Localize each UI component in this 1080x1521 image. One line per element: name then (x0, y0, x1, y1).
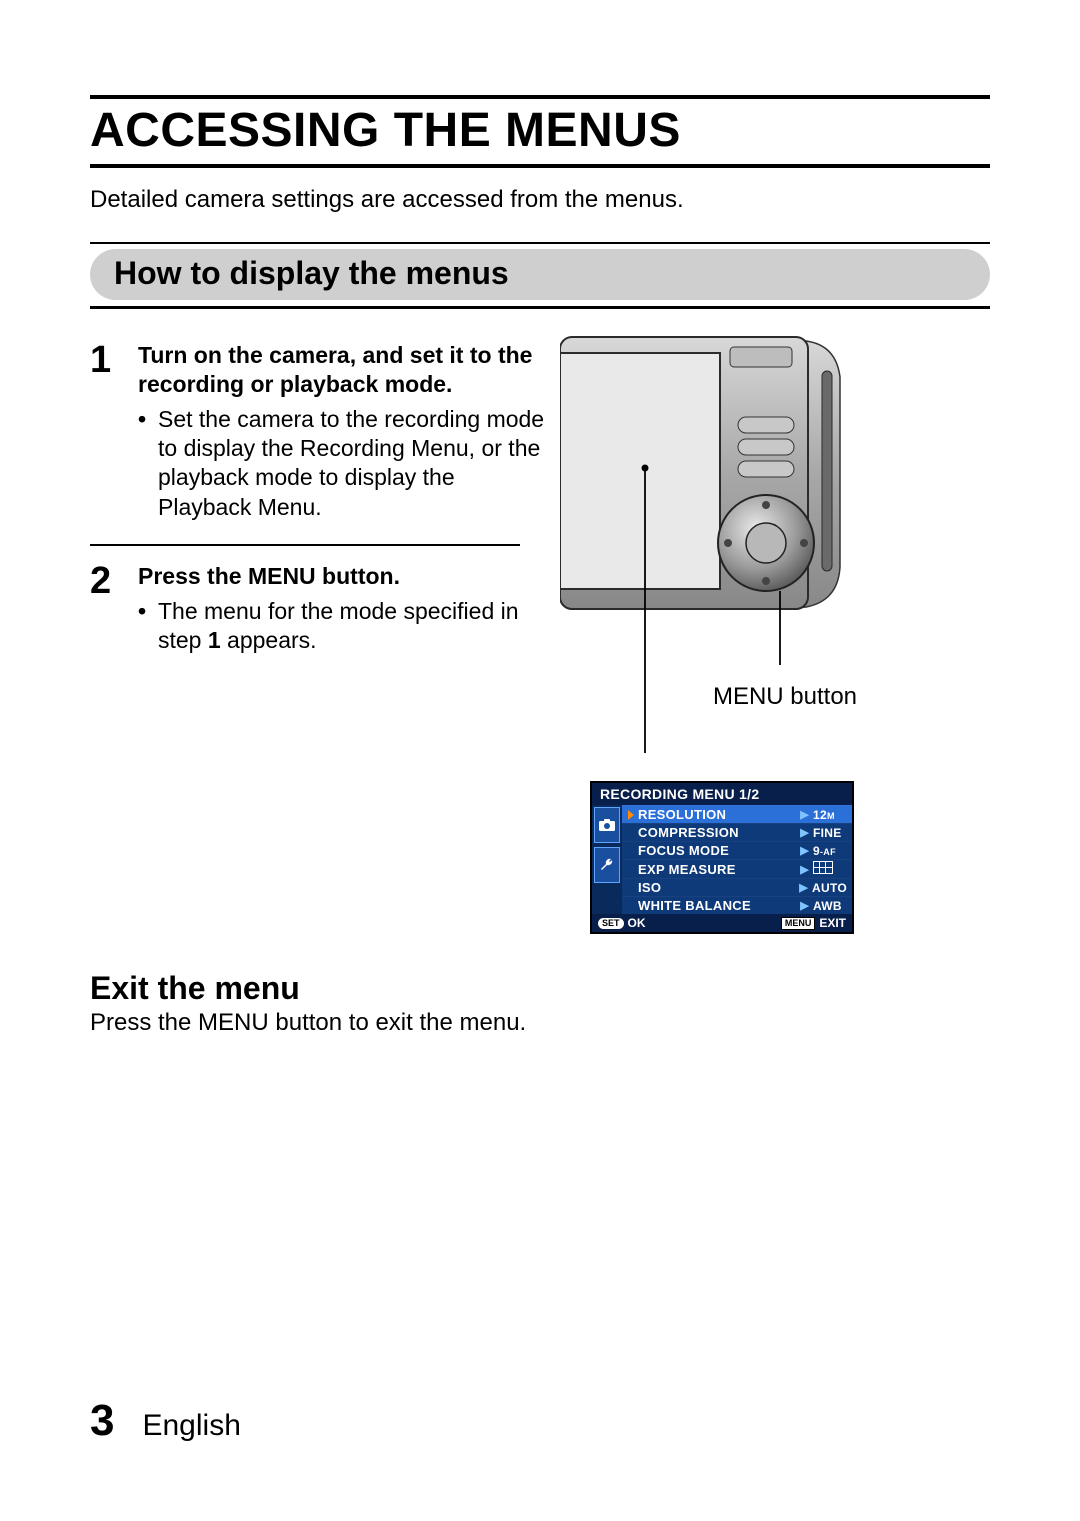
submenu-arrow-icon: ▶ (800, 808, 809, 821)
submenu-arrow-icon: ▶ (800, 844, 809, 857)
menu-button-callout: MENU button (700, 683, 870, 711)
menu-rows: RESOLUTION ▶ 12M COMPRESSION ▶ FINE (622, 805, 852, 914)
menu-row-iso: ISO ▶ AUTO (622, 878, 852, 896)
exit-menu-text: Press the MENU button to exit the menu. (90, 1009, 990, 1037)
menu-row-value: AWB (813, 899, 847, 913)
menu-row-exp-measure: EXP MEASURE ▶ (622, 859, 852, 878)
intro-text: Detailed camera settings are accessed fr… (90, 186, 990, 214)
recording-menu-title: RECORDING MENU 1/2 (592, 783, 852, 805)
menu-footer: SET OK MENU EXIT (592, 914, 852, 932)
menu-row-value: 9-AF (813, 844, 847, 858)
menu-tabs (592, 805, 622, 914)
menu-row-label: FOCUS MODE (638, 843, 796, 858)
step-number: 2 (90, 562, 120, 600)
recording-menu-panel: RECORDING MENU 1/2 RESOLUTION (590, 781, 854, 934)
page-footer: 3 English (90, 1396, 241, 1446)
menu-selection-pointer-icon (628, 810, 634, 820)
menu-row-value (813, 861, 847, 877)
step-heading: Press the MENU button. (138, 562, 550, 591)
submenu-arrow-icon: ▶ (800, 899, 809, 912)
ok-label: OK (628, 916, 646, 930)
menu-row-focus-mode: FOCUS MODE ▶ 9-AF (622, 841, 852, 859)
submenu-arrow-icon: ▶ (799, 881, 808, 894)
set-chip-icon: SET (598, 918, 624, 929)
page-title: ACCESSING THE MENUS (90, 103, 990, 158)
menu-row-resolution: RESOLUTION ▶ 12M (622, 805, 852, 823)
step-detail-text: The menu for the mode specified in step … (158, 597, 550, 656)
rule (90, 242, 990, 244)
menu-row-label: EXP MEASURE (638, 862, 796, 877)
steps-column: 1 Turn on the camera, and set it to the … (90, 333, 550, 672)
figure-column: MENU button RECORDING MENU 1/2 (560, 333, 870, 934)
menu-chip-icon: MENU (781, 917, 816, 930)
rule (90, 95, 990, 99)
camera-illustration (560, 333, 870, 633)
page-language: English (142, 1409, 240, 1443)
exit-menu-heading: Exit the menu (90, 970, 990, 1007)
page-number: 3 (90, 1396, 114, 1446)
exit-label: EXIT (819, 916, 846, 930)
bullet-icon: • (138, 405, 148, 523)
step-number: 1 (90, 341, 120, 379)
steps-area: 1 Turn on the camera, and set it to the … (90, 333, 990, 934)
rule (90, 544, 520, 546)
manual-page: ACCESSING THE MENUS Detailed camera sett… (0, 0, 1080, 1521)
menu-row-label: COMPRESSION (638, 825, 796, 840)
step-detail-text: Set the camera to the recording mode to … (158, 405, 550, 523)
section-heading: How to display the menus (90, 249, 990, 300)
step-heading: Turn on the camera, and set it to the re… (138, 341, 550, 399)
step-detail: • Set the camera to the recording mode t… (138, 405, 550, 523)
menu-row-value: 12M (813, 808, 847, 822)
camera-tab-icon (594, 807, 620, 843)
rule (90, 306, 990, 309)
step-2: 2 Press the MENU button. • The menu for … (90, 554, 550, 672)
menu-row-label: RESOLUTION (638, 807, 796, 822)
rule (90, 164, 990, 168)
menu-row-value: AUTO (812, 881, 847, 895)
exit-hint: MENU EXIT (781, 916, 846, 930)
submenu-arrow-icon: ▶ (800, 826, 809, 839)
bullet-icon: • (138, 597, 148, 656)
menu-row-label: WHITE BALANCE (638, 898, 796, 913)
multi-metering-icon (813, 861, 833, 874)
menu-row-label: ISO (638, 880, 795, 895)
wrench-tab-icon (594, 847, 620, 883)
step-detail: • The menu for the mode specified in ste… (138, 597, 550, 656)
menu-row-value: FINE (813, 826, 847, 840)
step-1: 1 Turn on the camera, and set it to the … (90, 333, 550, 538)
ok-hint: SET OK (598, 916, 646, 930)
menu-row-white-balance: WHITE BALANCE ▶ AWB (622, 896, 852, 914)
menu-row-compression: COMPRESSION ▶ FINE (622, 823, 852, 841)
submenu-arrow-icon: ▶ (800, 863, 809, 876)
